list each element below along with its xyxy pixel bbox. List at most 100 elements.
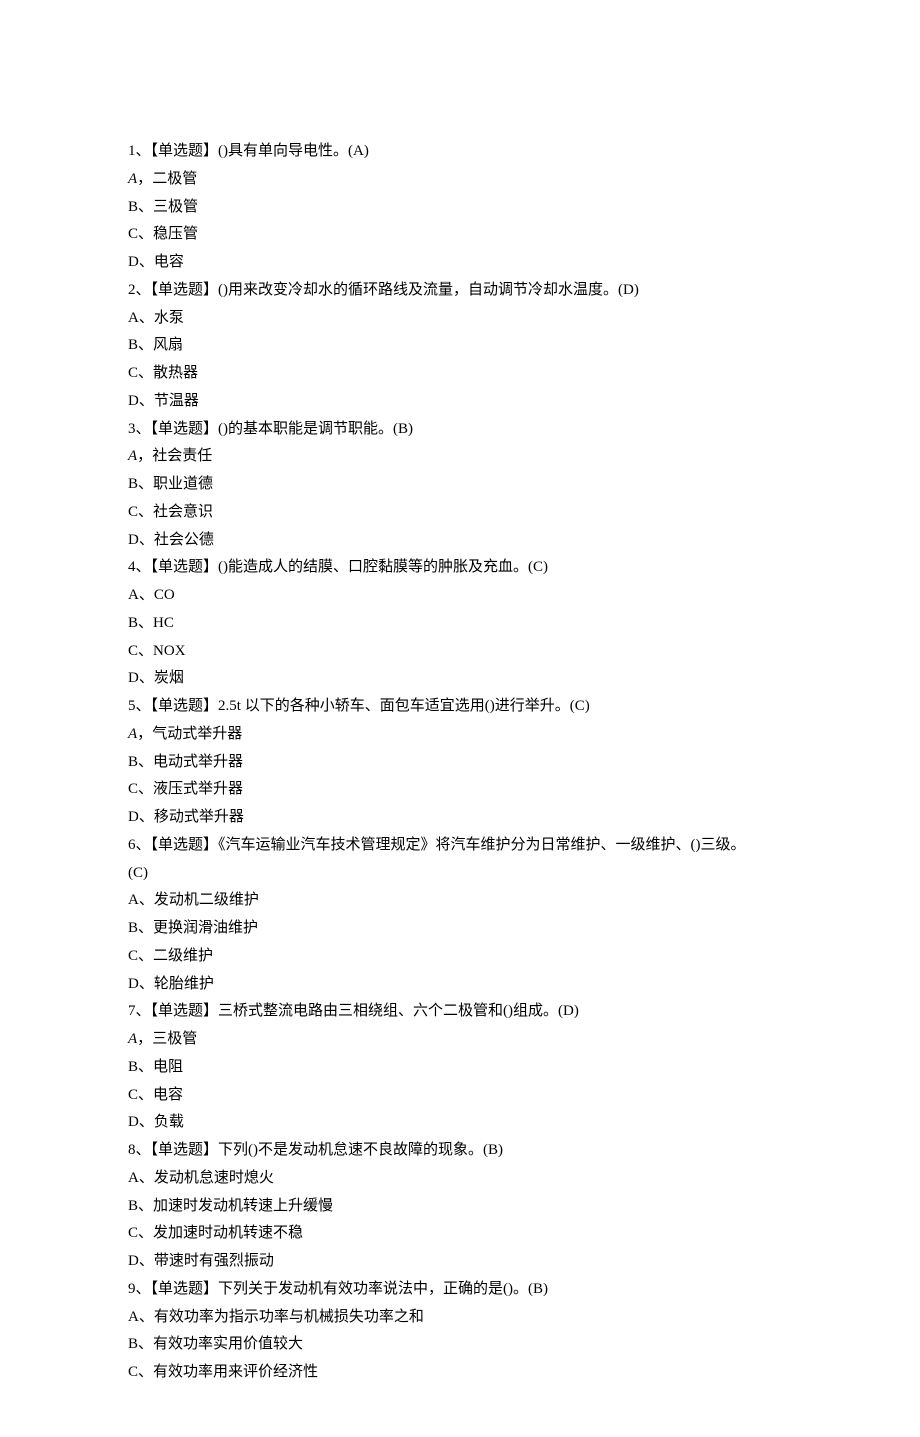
question-stem-text: 下列关于发动机有效功率说法中，正确的是()。 [218, 1281, 528, 1297]
option-sep: 、 [138, 1364, 153, 1380]
option-letter: B [128, 476, 138, 492]
option-letter: A [128, 310, 139, 326]
question-type-label: 【单选题】 [151, 559, 219, 575]
option-letter: B [128, 1198, 138, 1214]
question-number-sep: 、 [136, 1142, 151, 1158]
option-text: 三极管 [152, 1031, 197, 1047]
option-row: C、液压式举升器 [128, 776, 792, 804]
question-answer: (C) [528, 559, 548, 575]
option-sep: 、 [138, 1087, 153, 1103]
option-sep: 、 [139, 809, 154, 825]
option-row: A，三极管 [128, 1026, 792, 1054]
option-letter: A [128, 1170, 139, 1186]
option-letter: C [128, 1364, 138, 1380]
option-sep: ， [137, 726, 152, 742]
option-text: 发动机怠速时熄火 [154, 1170, 274, 1186]
option-text: 气动式举升器 [152, 726, 242, 742]
option-text: 有效功率实用价值较大 [153, 1336, 303, 1352]
question-number: 4 [128, 559, 136, 575]
question-type-label: 【单选题】 [151, 1003, 219, 1019]
option-row: B、有效功率实用价值较大 [128, 1331, 792, 1359]
question-answer: (A) [348, 143, 369, 159]
option-row: C、NOX [128, 638, 792, 666]
option-letter: D [128, 976, 139, 992]
option-letter: C [128, 643, 138, 659]
option-row: D、炭烟 [128, 665, 792, 693]
option-sep: ， [137, 171, 152, 187]
option-sep: 、 [138, 199, 153, 215]
question-stem: 3、【单选题】()的基本职能是调节职能。(B) [128, 416, 792, 444]
question-stem: 1、【单选题】()具有单向导电性。(A) [128, 138, 792, 166]
option-sep: 、 [139, 310, 154, 326]
option-letter: B [128, 1336, 138, 1352]
option-text: 社会公德 [154, 532, 214, 548]
option-sep: 、 [138, 948, 153, 964]
option-text: 有效功率用来评价经济性 [153, 1364, 318, 1380]
option-text: 带速时有强烈振动 [154, 1253, 274, 1269]
question-stem: 9、【单选题】下列关于发动机有效功率说法中，正确的是()。(B) [128, 1276, 792, 1304]
option-row: A，气动式举升器 [128, 721, 792, 749]
option-letter: A [128, 587, 139, 603]
question-type-label: 【单选题】 [151, 837, 219, 853]
option-row: A、水泵 [128, 305, 792, 333]
question-number: 5 [128, 698, 136, 714]
question-stem: 6、【单选题】《汽车运输业汽车技术管理规定》将汽车维护分为日常维护、一级维护、(… [128, 832, 792, 860]
question-type-label: 【单选题】 [151, 1142, 219, 1158]
option-row: A、发动机二级维护 [128, 887, 792, 915]
option-text: 移动式举升器 [154, 809, 244, 825]
question-number: 8 [128, 1142, 136, 1158]
option-letter: D [128, 1253, 139, 1269]
option-letter: D [128, 809, 139, 825]
option-text: 液压式举升器 [153, 781, 243, 797]
option-sep: ， [137, 1031, 152, 1047]
option-row: B、电阻 [128, 1054, 792, 1082]
option-text: 三极管 [153, 199, 198, 215]
option-sep: ， [137, 448, 152, 464]
question-answer: (B) [393, 421, 413, 437]
option-sep: 、 [138, 504, 153, 520]
option-text: 电容 [153, 1087, 183, 1103]
question-answer-row: (C) [128, 860, 792, 888]
question-number: 7 [128, 1003, 136, 1019]
question-stem: 5、【单选题】2.5t 以下的各种小轿车、面包车适宜选用()进行举升。(C) [128, 693, 792, 721]
option-letter: C [128, 948, 138, 964]
option-letter: D [128, 670, 139, 686]
option-sep: 、 [138, 1225, 153, 1241]
question-number-sep: 、 [136, 282, 151, 298]
option-text: 加速时发动机转速上升缓慢 [153, 1198, 333, 1214]
option-sep: 、 [139, 254, 154, 270]
option-row: C、有效功率用来评价经济性 [128, 1359, 792, 1387]
question-number: 2 [128, 282, 136, 298]
option-letter: B [128, 337, 138, 353]
option-text: 电动式举升器 [153, 754, 243, 770]
option-letter: A [128, 1031, 137, 1047]
option-row: B、电动式举升器 [128, 749, 792, 777]
question-stem-text: ()能造成人的结膜、口腔黏膜等的肿胀及充血。 [218, 559, 528, 575]
option-row: C、稳压管 [128, 221, 792, 249]
question-stem: 8、【单选题】下列()不是发动机怠速不良故障的现象。(B) [128, 1137, 792, 1165]
option-letter: A [128, 448, 137, 464]
question-stem-text: 《汽车运输业汽车技术管理规定》将汽车维护分为日常维护、一级维护、()三级。 [218, 837, 746, 853]
question-number-sep: 、 [136, 1003, 151, 1019]
option-letter: D [128, 254, 139, 270]
question-answer: (B) [528, 1281, 548, 1297]
option-sep: 、 [138, 1059, 153, 1075]
option-letter: C [128, 1225, 138, 1241]
question-type-label: 【单选题】 [151, 1281, 219, 1297]
option-row: A、发动机怠速时熄火 [128, 1165, 792, 1193]
option-row: B、加速时发动机转速上升缓慢 [128, 1193, 792, 1221]
question-number: 9 [128, 1281, 136, 1297]
question-answer: (B) [483, 1142, 503, 1158]
option-row: A、CO [128, 582, 792, 610]
option-text: 有效功率为指示功率与机械损失功率之和 [154, 1309, 424, 1325]
option-text: 轮胎维护 [154, 976, 214, 992]
option-sep: 、 [138, 476, 153, 492]
option-letter: D [128, 393, 139, 409]
question-number-sep: 、 [136, 421, 151, 437]
option-row: B、风扇 [128, 332, 792, 360]
option-text: 电容 [154, 254, 184, 270]
option-sep: 、 [138, 643, 153, 659]
option-row: D、电容 [128, 249, 792, 277]
option-sep: 、 [139, 892, 154, 908]
option-row: D、移动式举升器 [128, 804, 792, 832]
